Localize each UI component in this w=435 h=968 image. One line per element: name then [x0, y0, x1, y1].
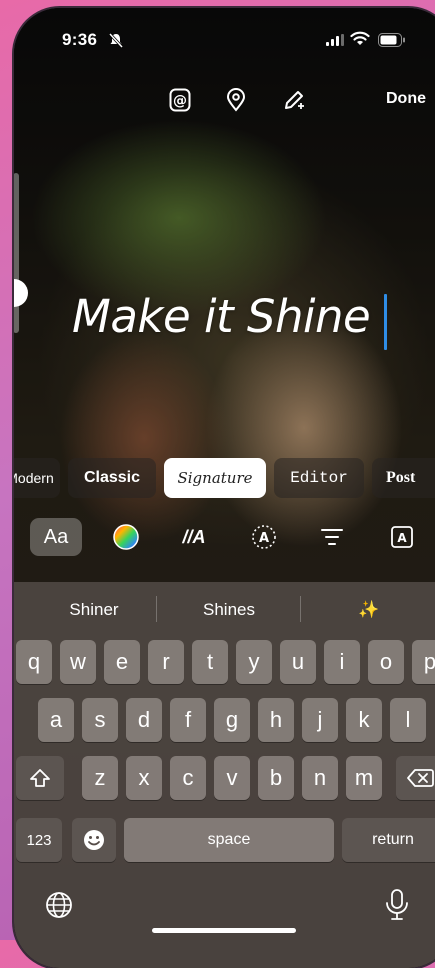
shift-key[interactable] — [16, 756, 64, 800]
sparkle-suggestion[interactable]: ✨ — [314, 600, 424, 620]
align-center-icon[interactable] — [306, 518, 358, 556]
key-f[interactable]: f — [170, 698, 206, 742]
text-style-button[interactable]: Aa — [30, 518, 82, 556]
key-n[interactable]: n — [302, 756, 338, 800]
done-button[interactable]: Done — [386, 90, 426, 108]
key-v[interactable]: v — [214, 756, 250, 800]
animate-text-button[interactable]: //A — [168, 518, 220, 556]
font-poster-chip[interactable]: Post — [372, 458, 435, 498]
emoji-key[interactable] — [72, 818, 116, 862]
font-editor-chip[interactable]: Editor — [274, 458, 364, 498]
status-bar: 9:36 — [14, 30, 435, 52]
key-i[interactable]: i — [324, 640, 360, 684]
location-pin-icon[interactable] — [222, 86, 250, 114]
key-r[interactable]: r — [148, 640, 184, 684]
text-tools-row: Aa //A A A — [14, 518, 435, 558]
dictation-mic-icon[interactable] — [384, 888, 414, 922]
wifi-icon — [350, 31, 370, 45]
key-q[interactable]: q — [16, 640, 52, 684]
key-u[interactable]: u — [280, 640, 316, 684]
key-o[interactable]: o — [368, 640, 404, 684]
battery-icon — [378, 33, 405, 47]
space-key[interactable]: space — [124, 818, 334, 862]
key-y[interactable]: y — [236, 640, 272, 684]
key-b[interactable]: b — [258, 756, 294, 800]
key-z[interactable]: z — [82, 756, 118, 800]
key-c[interactable]: c — [170, 756, 206, 800]
key-m[interactable]: m — [346, 756, 382, 800]
key-d[interactable]: d — [126, 698, 162, 742]
svg-text:A: A — [397, 531, 407, 545]
key-t[interactable]: t — [192, 640, 228, 684]
draw-pen-icon[interactable] — [280, 86, 308, 114]
font-modern-chip[interactable]: Modern — [14, 458, 60, 498]
caption-text[interactable]: Make it Shine — [72, 290, 371, 343]
predictive-bar: Shiner Shines ✨ — [14, 582, 435, 638]
signal-icon — [326, 34, 344, 46]
key-g[interactable]: g — [214, 698, 250, 742]
key-h[interactable]: h — [258, 698, 294, 742]
font-signature-chip[interactable]: Signature — [164, 458, 266, 498]
suggestion-2[interactable]: Shines — [169, 600, 289, 620]
mention-icon[interactable]: @ — [166, 86, 194, 114]
text-cursor — [384, 294, 387, 350]
color-wheel-icon — [113, 524, 139, 550]
key-x[interactable]: x — [126, 756, 162, 800]
key-a[interactable]: a — [38, 698, 74, 742]
key-p[interactable]: p — [412, 640, 435, 684]
return-key[interactable]: return — [342, 818, 435, 862]
shift-arrow-icon — [30, 769, 50, 787]
numbers-key[interactable]: 123 — [16, 818, 62, 862]
phone-screen: 9:36 @ Done Make it Shine odern Classic … — [14, 8, 435, 968]
text-background-icon[interactable]: A — [376, 518, 428, 556]
key-l[interactable]: l — [390, 698, 426, 742]
suggestion-1[interactable]: Shiner — [34, 600, 154, 620]
status-time: 9:36 — [62, 30, 98, 49]
key-e[interactable]: e — [104, 640, 140, 684]
delete-key[interactable] — [396, 756, 435, 800]
globe-icon[interactable] — [44, 890, 76, 922]
key-k[interactable]: k — [346, 698, 382, 742]
key-s[interactable]: s — [82, 698, 118, 742]
text-effect-icon[interactable]: A — [238, 518, 290, 556]
text-size-slider[interactable] — [14, 173, 19, 333]
editor-toolbar: @ Done — [14, 86, 435, 116]
key-j[interactable]: j — [302, 698, 338, 742]
key-w[interactable]: w — [60, 640, 96, 684]
silent-bell-icon — [108, 32, 124, 48]
backspace-icon — [407, 769, 434, 787]
svg-text:A: A — [259, 531, 269, 546]
svg-text:@: @ — [173, 93, 187, 109]
emoji-smiley-icon — [84, 830, 104, 850]
color-picker-button[interactable] — [100, 518, 152, 556]
font-classic-chip[interactable]: Classic — [68, 458, 156, 498]
home-indicator[interactable] — [152, 928, 296, 933]
